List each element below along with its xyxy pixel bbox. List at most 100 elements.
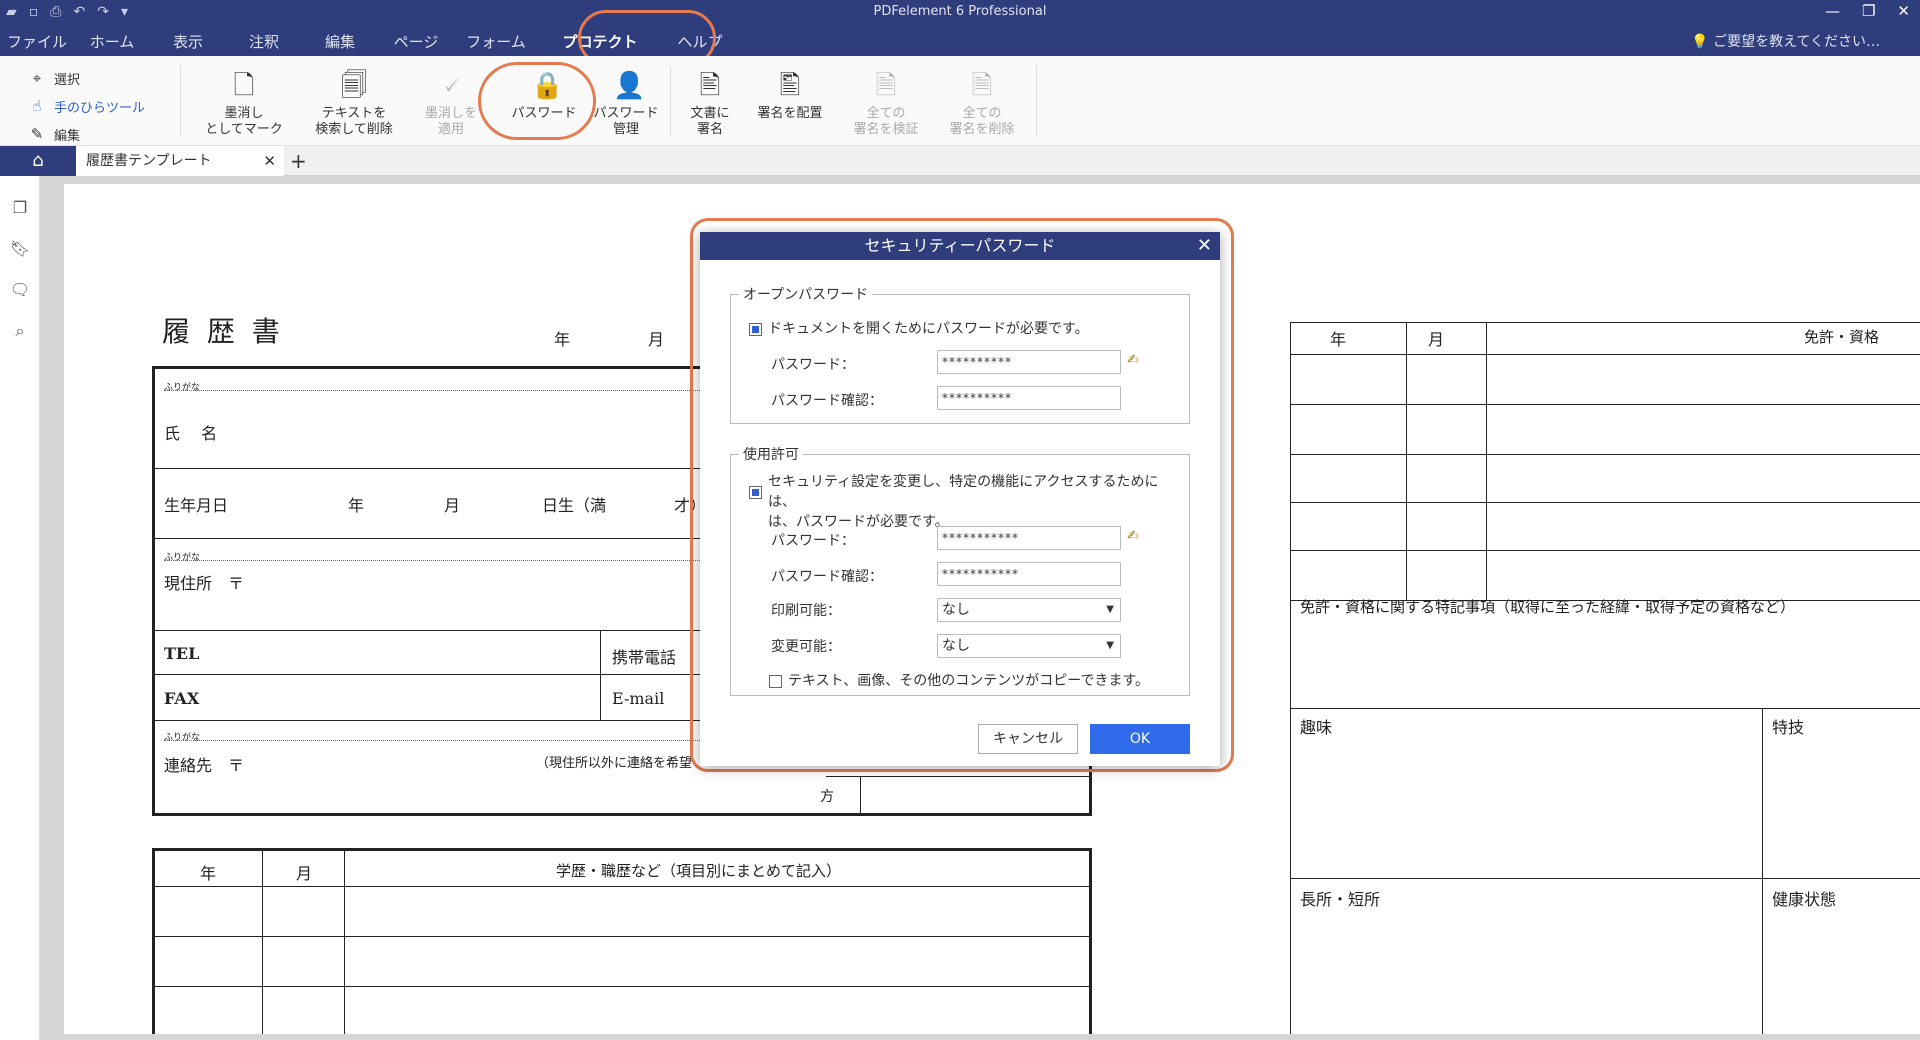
dialog-close-icon[interactable]: ✕ [1197,232,1212,260]
hobby-label: 趣味 [1300,718,1333,737]
change-label: 変更可能： [771,639,841,655]
birth-month: 月 [444,496,461,515]
apply-redact-line1: 墨消しを [424,106,477,121]
license-year-header: 年 [1330,330,1347,349]
feedback-text: ご要望を教えてください… [1713,34,1880,50]
perm-pw-confirm-label: パスワード確認： [771,569,883,585]
search-icon[interactable]: ⌕ [0,321,40,341]
row-line [1290,454,1920,455]
hand-tool[interactable]: ☝ 手のひらツール [28,92,145,120]
checkbox-checked [749,486,762,499]
sign-document-icon: 🖹 [699,71,721,101]
home-tab[interactable]: ⌂ [0,146,76,176]
menu-edit[interactable]: 編集 [302,28,378,56]
col-line [1762,708,1763,1034]
menu-file[interactable]: ファイル [0,28,74,56]
menu-view[interactable]: 表示 [150,28,226,56]
ribbon-separator [1036,66,1037,136]
col-line [1406,322,1407,600]
open-password-input[interactable]: ********** [937,350,1121,374]
open-password-confirm-input[interactable]: ********** [937,386,1121,410]
ribbon: ⌖ 選択 ☝ 手のひらツール ✎ 編集 🗋 墨消し としてマーク 🗐 テキストを 検索… [0,56,1920,146]
redact-mark-line1: 墨消し [224,106,264,121]
col-line [860,776,861,816]
ribbon-separator [180,66,181,136]
permission-password-input[interactable]: *********** [937,526,1121,550]
row-line [152,886,1092,887]
document-tab[interactable]: 履歴書テンプレート ✕ [76,146,284,176]
checkbox-checked [749,322,762,336]
close-tab-icon[interactable]: ✕ [263,146,276,176]
sign-doc-line1: 文書に [690,106,730,121]
edit-label: 編集 [54,128,81,144]
row-line [1290,878,1920,879]
comment-icon[interactable]: 🗨︎ [0,280,40,299]
ok-button[interactable]: OK [1090,724,1190,754]
document-tab-title: 履歴書テンプレート [86,153,212,169]
document-tab-bar: ⌂ 履歴書テンプレート ✕ + [0,146,1920,176]
sign-document-button[interactable]: 🖹 文書に 署名 [680,70,740,138]
permission-checkbox[interactable]: セキュリティ設定を変更し、特定の機能にアクセスするためには、 は、パスワードが必… [749,472,1179,532]
change-select[interactable]: なし ▼ [937,634,1121,658]
redact-mark-button[interactable]: 🗋 墨消し としてマーク [196,70,292,138]
permission-group: 使用許可 セキュリティ設定を変更し、特定の機能にアクセスするためには、 は、パス… [730,444,1190,696]
thumbnails-icon[interactable]: ❐ [0,198,40,217]
open-password-legend: オープンパスワード [743,287,869,303]
checkbox-unchecked [769,674,782,688]
strength-label: 長所・短所 [1300,890,1381,909]
minimize-icon[interactable]: — [1825,2,1840,20]
license-table [1290,322,1920,1034]
title-bar: ▰ ▫ ⎙ ↶ ↷ ▾ PDFelement 6 Professional — … [0,0,1920,56]
menu-form[interactable]: フォーム [454,28,538,56]
license-notes-label: 免許・資格に関する特記事項（取得に至った経緯・取得予定の資格など） [1300,598,1796,616]
cursor-icon: ⌖ [32,69,42,87]
history-month-header: 月 [296,864,313,883]
password-manage-button[interactable]: 👤 パスワード 管理 [590,70,662,138]
open-password-checkbox[interactable]: ドキュメントを開くためにパスワードが必要です。 [749,318,1089,338]
menu-page[interactable]: ページ [378,28,454,56]
col-line [600,630,601,720]
add-tab-icon[interactable]: + [290,146,307,176]
place-signature-button[interactable]: 🖺 署名を配置 [750,70,830,122]
print-label: 印刷可能： [771,603,841,619]
select-label: 選択 [54,72,81,88]
menu-home[interactable]: ホーム [74,28,150,56]
apply-redact-button[interactable]: 🗸 墨消しを 適用 [416,70,486,138]
lightbulb-icon: 💡 [1691,34,1709,50]
tel-label: TEL [164,644,200,663]
edit-tool[interactable]: ✎ 編集 [28,120,145,148]
window-controls: — ❐ ✕ [1825,2,1910,20]
name-label: 氏 名 [164,424,218,443]
birth-year: 年 [348,496,365,515]
open-pw-label: パスワード： [771,357,855,373]
open-require-label: ドキュメントを開くためにパスワードが必要です。 [768,321,1089,337]
close-icon[interactable]: ✕ [1897,2,1910,20]
change-select-value: なし [942,638,970,654]
maximize-icon[interactable]: ❐ [1862,2,1875,20]
print-select[interactable]: なし ▼ [937,598,1121,622]
row-line [1290,708,1920,709]
verify-all-signatures-button[interactable]: 🗎 全ての 署名を検証 [846,70,926,138]
verify-all-line2: 署名を検証 [853,122,919,137]
row-line [826,776,1092,777]
permission-legend: 使用許可 [743,447,799,463]
select-tool[interactable]: ⌖ 選択 [28,64,145,92]
window-title: PDFelement 6 Professional [873,4,1047,19]
ribbon-separator [670,66,671,136]
feedback-link[interactable]: 💡 ご要望を教えてください… [1691,31,1880,51]
edit-password-icon[interactable]: ✍ [1127,528,1139,544]
copy-checkbox[interactable]: テキスト、画像、その他のコンテンツがコピーできます。 [769,670,1149,690]
search-redact-button[interactable]: 🗐 テキストを 検索して削除 [306,70,402,138]
dialog-title-bar: セキュリティーパスワード ✕ [700,232,1220,260]
menu-comment[interactable]: 注釈 [226,28,302,56]
document-search-icon: 🗐 [341,71,367,101]
bookmark-icon[interactable]: 🔖︎ [0,239,40,258]
permission-password-confirm-input[interactable]: *********** [937,562,1121,586]
cancel-button[interactable]: キャンセル [978,724,1078,754]
delete-all-signatures-button[interactable]: 🗎 全ての 署名を削除 [940,70,1024,138]
user-lock-icon: 👤 [613,71,646,101]
edit-password-icon[interactable]: ✍ [1127,352,1139,368]
health-label: 健康状態 [1772,890,1837,909]
mobile-label: 携帯電話 [612,648,677,667]
signature-cursor-icon: 🖺 [779,71,801,101]
